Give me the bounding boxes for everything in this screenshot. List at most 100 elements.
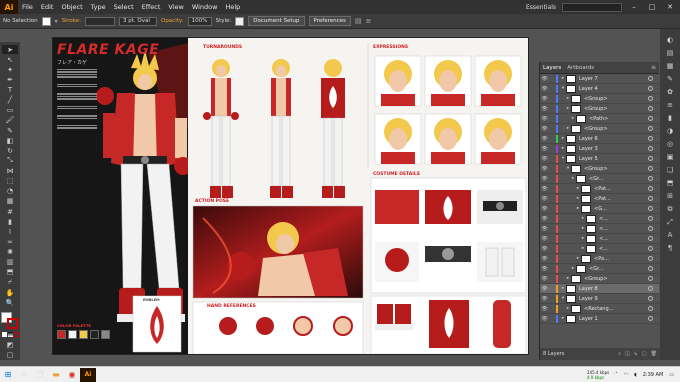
layer-row[interactable]: 👁 ▸ <G... — [540, 204, 659, 214]
layer-name[interactable]: Layer 8 — [579, 286, 598, 292]
layer-name[interactable]: Layer 1 — [579, 316, 598, 322]
layer-row[interactable]: 👁 ▸ <Group> — [540, 274, 659, 284]
clock[interactable]: 2:39 AM — [643, 372, 664, 378]
layer-name[interactable]: <Gr... — [589, 176, 603, 182]
visibility-eye-icon[interactable]: 👁 — [540, 176, 549, 182]
target-circle-icon[interactable] — [648, 266, 653, 271]
opacity-label[interactable]: Opacity: — [161, 18, 184, 24]
layer-row[interactable]: 👁 ▸ Layer 7 — [540, 74, 659, 84]
visibility-eye-icon[interactable]: 👁 — [540, 216, 549, 222]
layer-row[interactable]: 👁 ▸ <... — [540, 244, 659, 254]
menu-select[interactable]: Select — [110, 3, 138, 11]
layer-row[interactable]: 👁 ▸ <... — [540, 214, 659, 224]
notifications-icon[interactable]: ▭ — [669, 372, 674, 378]
magic-wand-tool-icon[interactable]: ✦ — [2, 65, 18, 74]
artboard[interactable]: FLARE KAGE フレア・カゲ COLOR PALETTE TURNAROU… — [52, 37, 529, 355]
layer-name[interactable]: Layer 4 — [579, 86, 598, 92]
stroke-panel-icon[interactable]: ≡ — [664, 100, 676, 110]
document-setup-button[interactable]: Document Setup — [248, 16, 305, 26]
file-explorer-icon[interactable]: ▬ — [48, 368, 64, 382]
illustrator-taskbar-icon[interactable]: Ai — [80, 367, 96, 382]
drawing-mode-icon[interactable]: ◩ — [2, 341, 18, 350]
blend-tool-icon[interactable]: ∞ — [2, 237, 18, 246]
visibility-eye-icon[interactable]: 👁 — [540, 106, 549, 112]
visibility-eye-icon[interactable]: 👁 — [540, 186, 549, 192]
visibility-eye-icon[interactable]: 👁 — [540, 206, 549, 212]
target-circle-icon[interactable] — [648, 96, 653, 101]
rectangle-tool-icon[interactable]: ▭ — [2, 106, 18, 115]
hand-tool-icon[interactable]: ✋ — [2, 288, 18, 297]
layer-row[interactable]: 👁 ▸ <... — [540, 234, 659, 244]
target-circle-icon[interactable] — [648, 286, 653, 291]
layer-name[interactable]: <Gr... — [589, 266, 603, 272]
layer-name[interactable]: <... — [599, 226, 608, 232]
windows-start-icon[interactable]: ⊞ — [0, 368, 16, 382]
shape-builder-tool-icon[interactable]: ◔ — [2, 187, 18, 196]
visibility-eye-icon[interactable]: 👁 — [540, 286, 549, 292]
artboard-tool-icon[interactable]: ⬒ — [2, 268, 18, 277]
preferences-button[interactable]: Preferences — [308, 16, 351, 26]
visibility-eye-icon[interactable]: 👁 — [540, 96, 549, 102]
minimize-icon[interactable]: – — [628, 3, 640, 11]
panel-menu-icon[interactable]: ≡ — [651, 64, 659, 71]
menu-file[interactable]: File — [18, 3, 37, 11]
target-circle-icon[interactable] — [648, 166, 653, 171]
visibility-eye-icon[interactable]: 👁 — [540, 266, 549, 272]
layer-name[interactable]: Layer 6 — [579, 136, 598, 142]
gradient-mode-icon[interactable] — [7, 331, 13, 337]
target-circle-icon[interactable] — [648, 226, 653, 231]
visibility-eye-icon[interactable]: 👁 — [540, 136, 549, 142]
clipping-mask-icon[interactable]: ◫ — [625, 351, 630, 357]
rotate-tool-icon[interactable]: ↻ — [2, 146, 18, 155]
visibility-eye-icon[interactable]: 👁 — [540, 196, 549, 202]
layer-name[interactable]: <Group> — [584, 166, 608, 172]
tab-artboards[interactable]: Artboards — [567, 65, 594, 71]
layer-name[interactable]: <Group> — [584, 106, 608, 112]
target-circle-icon[interactable] — [648, 306, 653, 311]
eyedropper-tool-icon[interactable]: ⌇ — [2, 227, 18, 236]
search-input[interactable] — [562, 2, 622, 12]
visibility-eye-icon[interactable]: 👁 — [540, 116, 549, 122]
selection-tool-icon[interactable]: ➤ — [2, 45, 18, 55]
task-view-icon[interactable]: ❐ — [32, 368, 48, 382]
layer-name[interactable]: <Group> — [584, 96, 608, 102]
visibility-eye-icon[interactable]: 👁 — [540, 156, 549, 162]
style-swatch[interactable] — [235, 16, 245, 26]
new-layer-icon[interactable]: ▢ — [642, 351, 647, 357]
tab-layers[interactable]: Layers — [543, 65, 561, 71]
swatches-icon[interactable]: ▦ — [664, 61, 676, 71]
menu-object[interactable]: Object — [57, 3, 86, 11]
close-icon[interactable]: ✕ — [664, 3, 676, 11]
color-mode-icon[interactable] — [1, 331, 7, 337]
menu-help[interactable]: Help — [221, 3, 244, 11]
brushes-icon[interactable]: ✎ — [664, 74, 676, 84]
layer-row[interactable]: 👁 ▸ Layer 8 — [540, 284, 659, 294]
free-transform-tool-icon[interactable]: ⬚ — [2, 177, 18, 186]
visibility-eye-icon[interactable]: 👁 — [540, 126, 549, 132]
locate-object-icon[interactable]: ⌕ — [618, 351, 621, 357]
layer-row[interactable]: 👁 ▸ Layer 1 — [540, 314, 659, 324]
stroke-weight-field[interactable] — [84, 16, 115, 26]
stroke-color-swatch[interactable] — [7, 318, 18, 330]
layer-name[interactable]: Layer 5 — [579, 156, 598, 162]
opacity-field[interactable]: 100% — [187, 16, 212, 26]
perspective-grid-tool-icon[interactable]: ▦ — [2, 197, 18, 206]
app-logo[interactable]: Ai — [0, 0, 18, 14]
visibility-eye-icon[interactable]: 👁 — [540, 236, 549, 242]
layers-panel-icon[interactable]: ❏ — [664, 165, 676, 175]
symbols-icon[interactable]: ✿ — [664, 87, 676, 97]
visibility-eye-icon[interactable]: 👁 — [540, 246, 549, 252]
layer-row[interactable]: 👁 ▾ <Group> — [540, 164, 659, 174]
graphic-styles-icon[interactable]: ▣ — [664, 152, 676, 162]
visibility-eye-icon[interactable]: 👁 — [540, 276, 549, 282]
visibility-eye-icon[interactable]: 👁 — [540, 316, 549, 322]
width-tool-icon[interactable]: ⋈ — [2, 167, 18, 176]
eraser-tool-icon[interactable]: ◧ — [2, 136, 18, 145]
target-circle-icon[interactable] — [648, 246, 653, 251]
graph-tool-icon[interactable]: ▥ — [2, 258, 18, 267]
workspace-switcher[interactable]: Essentials — [526, 4, 556, 11]
menu-view[interactable]: View — [164, 3, 187, 11]
layer-name[interactable]: <Pat... — [594, 196, 611, 202]
none-mode-icon[interactable] — [13, 331, 19, 337]
type-tool-icon[interactable]: T — [2, 86, 18, 95]
